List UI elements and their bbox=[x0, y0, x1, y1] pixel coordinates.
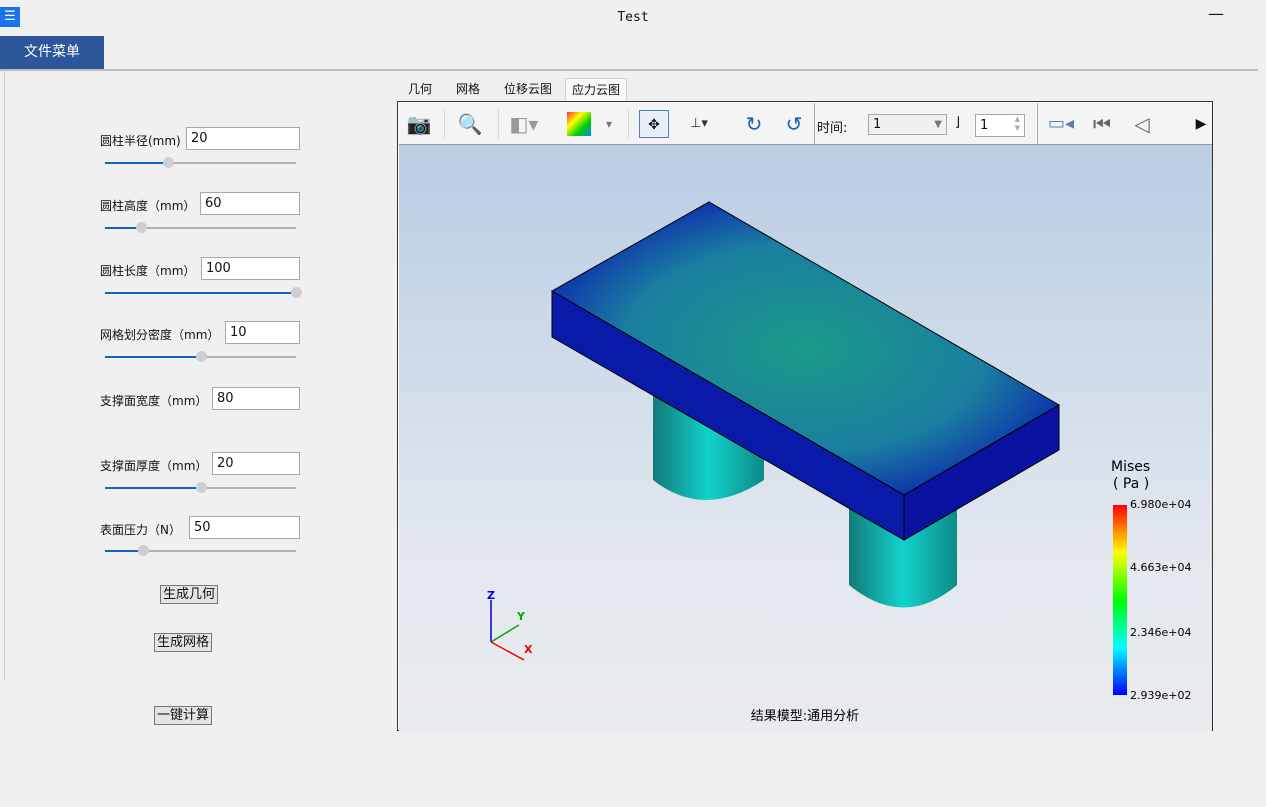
tab-displacement[interactable]: 位移云图 bbox=[498, 78, 558, 101]
param-slider[interactable] bbox=[105, 545, 296, 557]
step-marker: ⌋ bbox=[955, 115, 961, 130]
param-input[interactable]: 10 bbox=[225, 321, 300, 344]
legend-unit: ( Pa ) bbox=[1113, 476, 1149, 492]
tab-mesh[interactable]: 网格 bbox=[450, 78, 486, 101]
slider-handle[interactable] bbox=[291, 287, 302, 298]
window-title: Test bbox=[617, 10, 649, 25]
param-label: 网格划分密度（mm） bbox=[100, 328, 220, 342]
model-render: Z Y X Mises ( Pa ) 6.980e+04 4.663e+04 2… bbox=[487, 201, 1191, 724]
x-axis bbox=[490, 641, 525, 661]
file-menu-tab[interactable]: 文件菜单 bbox=[0, 36, 104, 69]
color-bar bbox=[1113, 505, 1127, 695]
axis-triad: Z Y X bbox=[487, 589, 533, 661]
left-edge bbox=[0, 71, 5, 681]
tab-geometry[interactable]: 几何 bbox=[402, 78, 438, 101]
time-select-value: 1 bbox=[873, 117, 882, 132]
z-axis-label: Z bbox=[487, 589, 495, 602]
legend-v2: 4.663e+04 bbox=[1130, 561, 1191, 574]
chevron-down-icon[interactable]: ▾ bbox=[594, 110, 624, 138]
param-input[interactable]: 20 bbox=[212, 452, 300, 475]
slider-handle[interactable] bbox=[195, 351, 207, 362]
result-caption: 结果模型:通用分析 bbox=[751, 709, 859, 724]
step-value: 1 bbox=[980, 118, 989, 133]
viewer-toolbar: 📷 🔍 ◧▾ ▾ ✥ ⊥▾ ↻ ↺ 时间: 1 ▼ ⌋ 1 ▲ ▼ ▭◂ ⏮ ◁ ▶ bbox=[399, 103, 1212, 145]
param-label: 表面压力（N） bbox=[100, 523, 181, 537]
param-input[interactable]: 50 bbox=[189, 516, 300, 539]
param-slider[interactable] bbox=[105, 351, 296, 363]
legend-v1: 2.346e+04 bbox=[1130, 626, 1191, 639]
divider bbox=[0, 69, 1258, 71]
slider-handle[interactable] bbox=[163, 157, 175, 168]
param-input[interactable]: 20 bbox=[186, 127, 300, 150]
rotate-cw-icon[interactable]: ↻ bbox=[739, 110, 769, 138]
generate-geometry-button[interactable]: 生成几何 bbox=[160, 585, 219, 604]
clip-view-icon[interactable]: ◧▾ bbox=[509, 110, 539, 138]
time-select[interactable]: 1 ▼ bbox=[868, 114, 947, 135]
y-axis-label: Y bbox=[516, 610, 526, 623]
fit-view-icon[interactable]: ✥ bbox=[639, 110, 669, 138]
stress-legend: Mises ( Pa ) 6.980e+04 4.663e+04 2.346e+… bbox=[1111, 459, 1191, 702]
param-label: 支撑面厚度（mm） bbox=[100, 459, 208, 473]
rotate-ccw-icon[interactable]: ↺ bbox=[779, 110, 809, 138]
axes-orientation-icon[interactable]: ⊥▾ bbox=[684, 110, 714, 138]
slider-handle[interactable] bbox=[138, 545, 150, 556]
tab-stress[interactable]: 应力云图 bbox=[565, 78, 628, 101]
slider-handle[interactable] bbox=[136, 222, 148, 233]
y-axis bbox=[490, 624, 520, 643]
param-input[interactable]: 60 bbox=[200, 192, 300, 215]
legend-title: Mises bbox=[1111, 459, 1150, 475]
legend-min: 2.939e+02 bbox=[1130, 689, 1191, 702]
legend-max: 6.980e+04 bbox=[1130, 498, 1191, 511]
color-cube-icon[interactable] bbox=[567, 112, 591, 136]
step-spinbox[interactable]: 1 ▲ ▼ bbox=[975, 114, 1025, 137]
camera-icon[interactable]: 📷 bbox=[404, 110, 434, 138]
param-label: 圆柱半径(mm) bbox=[100, 134, 181, 148]
param-slider[interactable] bbox=[105, 287, 302, 299]
result-viewer: 📷 🔍 ◧▾ ▾ ✥ ⊥▾ ↻ ↺ 时间: 1 ▼ ⌋ 1 ▲ ▼ ▭◂ ⏮ ◁ ▶ … bbox=[397, 101, 1213, 731]
zoom-search-icon[interactable]: 🔍 bbox=[455, 110, 485, 138]
slider-handle[interactable] bbox=[195, 482, 207, 493]
chevron-down-icon: ▼ bbox=[934, 119, 942, 130]
param-slider[interactable] bbox=[105, 157, 296, 169]
record-video-icon[interactable]: ▭◂ bbox=[1046, 110, 1076, 138]
minimize-button[interactable]: — bbox=[1208, 4, 1224, 23]
generate-mesh-button[interactable]: 生成网格 bbox=[154, 633, 213, 652]
x-axis-label: X bbox=[524, 643, 533, 656]
param-slider[interactable] bbox=[105, 222, 296, 234]
param-input[interactable]: 100 bbox=[201, 257, 300, 280]
title-bar: ☰ Test — bbox=[0, 0, 1266, 36]
param-input[interactable]: 80 bbox=[212, 387, 300, 410]
compute-button[interactable]: 一键计算 bbox=[154, 706, 213, 725]
param-slider[interactable] bbox=[105, 482, 296, 494]
param-label: 圆柱长度（mm） bbox=[100, 264, 196, 278]
3d-scene[interactable]: Z Y X Mises ( Pa ) 6.980e+04 4.663e+04 2… bbox=[399, 145, 1212, 731]
param-label: 支撑面宽度（mm） bbox=[100, 394, 208, 408]
time-label: 时间: bbox=[817, 121, 848, 136]
more-tools-icon[interactable]: ▶ bbox=[1191, 110, 1211, 138]
param-label: 圆柱高度（mm） bbox=[100, 199, 196, 213]
previous-frame-icon[interactable]: ◁ bbox=[1127, 110, 1157, 138]
first-frame-icon[interactable]: ⏮ bbox=[1087, 110, 1117, 138]
